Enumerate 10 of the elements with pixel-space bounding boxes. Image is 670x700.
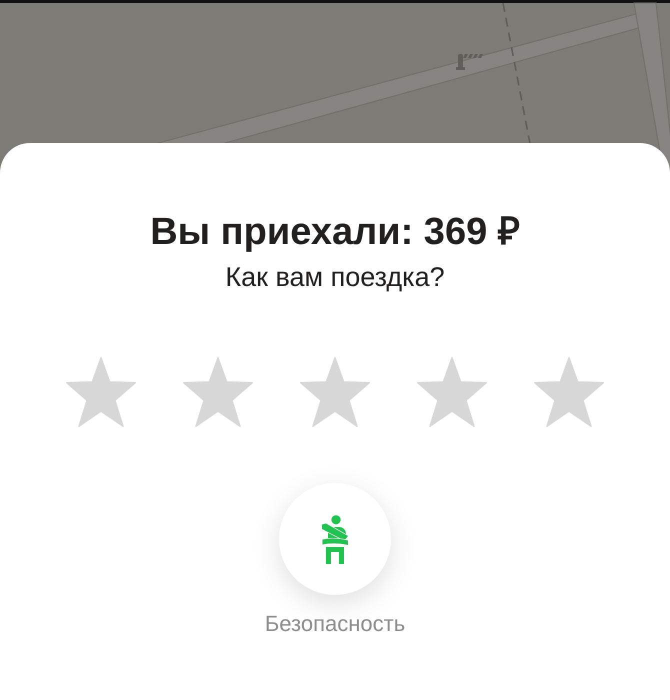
star-icon[interactable]	[534, 357, 604, 427]
star-icon[interactable]	[417, 357, 487, 427]
trip-title: Вы приехали: 369 ₽	[150, 210, 520, 255]
star-icon[interactable]	[183, 357, 253, 427]
seatbelt-icon	[321, 514, 349, 564]
trip-question: Как вам поездка?	[225, 261, 445, 293]
star-icon[interactable]	[300, 357, 370, 427]
star-icon[interactable]	[66, 357, 136, 427]
barrier-icon	[456, 54, 483, 70]
safety-label: Безопасность	[264, 611, 406, 637]
